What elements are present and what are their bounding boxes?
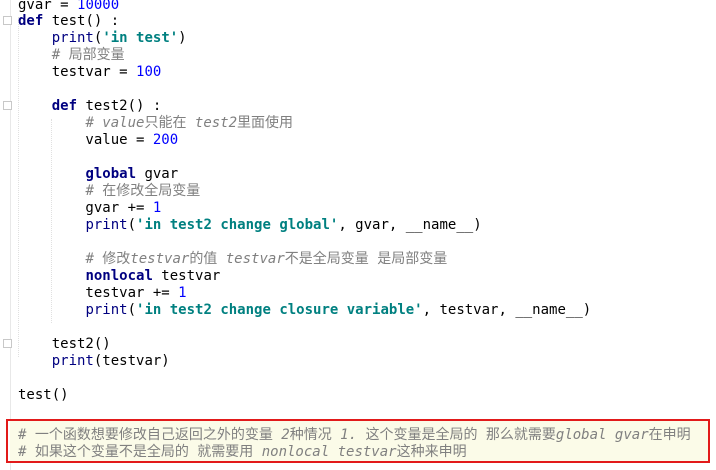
fold-marker-icon[interactable] (3, 16, 12, 25)
code-line[interactable]: # value只能在 test2里面使用 (18, 115, 293, 132)
fold-marker-icon[interactable] (3, 101, 12, 110)
code-line[interactable]: gvar = 10000 (18, 0, 119, 14)
code-line[interactable]: print('in test2 change closure variable'… (18, 302, 591, 319)
code-line[interactable]: testvar = 100 (18, 64, 162, 81)
code-line[interactable]: # 在修改全局变量 (18, 183, 200, 200)
annotation-box (6, 419, 710, 463)
code-line[interactable]: print('in test2 change global', gvar, __… (18, 217, 481, 234)
code-line[interactable]: test() (18, 387, 69, 404)
code-editor[interactable]: gvar = 10000 def test() : print('in test'… (0, 0, 716, 470)
code-line[interactable]: # 局部变量 (18, 47, 125, 64)
code-line[interactable]: print(testvar) (18, 353, 170, 370)
code-line[interactable]: gvar += 1 (18, 200, 161, 217)
code-line[interactable]: nonlocal testvar (18, 268, 220, 285)
code-line[interactable]: def test2() : (18, 98, 162, 115)
code-line[interactable]: print('in test') (18, 30, 187, 47)
code-line[interactable]: # 修改testvar的值 testvar不是全局变量 是局部变量 (18, 251, 447, 268)
code-line[interactable]: testvar += 1 (18, 285, 186, 302)
gutter-divider (10, 0, 11, 470)
code-line[interactable]: global gvar (18, 166, 178, 183)
fold-marker-icon[interactable] (3, 339, 12, 348)
code-line[interactable]: test2() (18, 336, 111, 353)
code-line[interactable]: value = 200 (18, 132, 178, 149)
code-line[interactable]: def test() : (18, 13, 119, 30)
